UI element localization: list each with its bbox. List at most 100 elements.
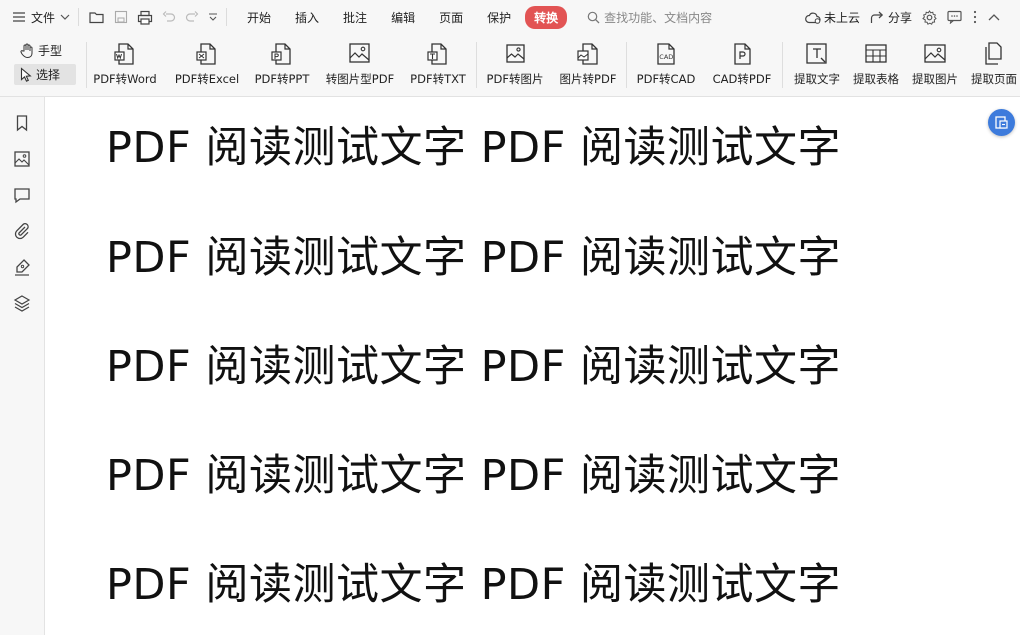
document-text-line: PDF 阅读测试文字 PDF 阅读测试文字 [106,560,842,610]
tab-insert[interactable]: 插入 [283,6,331,29]
cad-to-pdf-button[interactable]: CAD转PDF [710,40,774,92]
document-view[interactable]: PDF 阅读测试文字 PDF 阅读测试文字 PDF 阅读测试文字 PDF 阅读测… [45,97,1020,635]
pdf-to-txt-icon [425,41,451,67]
comment-icon[interactable] [12,185,32,205]
window-actions: 未上云 分享 [805,0,1000,34]
attachment-icon[interactable] [12,221,32,241]
extract-table-button[interactable]: 提取表格 [850,40,902,92]
pdf-to-image-button[interactable]: PDF转图片 [484,40,546,92]
bookmark-icon[interactable] [12,113,32,133]
extract-page-button[interactable]: 提取页面 [968,40,1020,92]
pdf-to-txt-button[interactable]: PDF转TXT [409,40,467,92]
pdf-to-ppt-button[interactable]: PDF转PPT [253,40,311,92]
share-label: 分享 [887,10,912,25]
pdf-to-word-button[interactable]: PDF转Word [92,40,158,92]
search-box[interactable]: 查找功能、文档内容 [587,9,712,26]
extract-text-icon [804,41,830,67]
to-image-pdf-icon [347,41,373,67]
cursor-icon [20,67,32,82]
convert-ribbon: 手型 选择 PDF转Word PDF转Excel PDF转PPT 转图片型PDF [0,34,1020,97]
extract-table-icon [863,41,889,67]
chevron-down-icon [60,13,70,21]
document-text-line: PDF 阅读测试文字 PDF 阅读测试文字 [106,342,842,392]
image-to-pdf-button[interactable]: 图片转PDF [557,40,619,92]
more-options-icon[interactable] [972,10,978,24]
menu-bar: 文件 开始 插入 批注 编辑 页面 保护 转换 查找功能、文档内容 未上云 分享 [0,0,1020,34]
signature-icon[interactable] [12,257,32,277]
cad-glyph: CAD [659,53,673,61]
search-icon [587,11,600,24]
ribbon-tabs: 开始 插入 批注 编辑 页面 保护 转换 [235,5,568,29]
cloud-status-label: 未上云 [823,10,860,25]
open-folder-icon[interactable] [89,10,105,24]
extract-image-icon [922,41,948,67]
extract-page-icon [981,41,1007,67]
tab-page[interactable]: 页面 [427,6,475,29]
document-text-line: PDF 阅读测试文字 PDF 阅读测试文字 [106,123,842,173]
pdf-to-excel-label: PDF转Excel [174,72,240,86]
pdf-to-cad-icon: CAD [653,41,679,67]
divider [782,42,783,88]
search-placeholder: 查找功能、文档内容 [604,10,713,25]
tab-convert[interactable]: 转换 [525,5,568,29]
cloud-sync-icon [805,11,821,24]
undo-icon[interactable] [162,11,176,23]
tab-home[interactable]: 开始 [235,6,283,29]
hamburger-icon [12,11,26,23]
pdf-to-image-label: PDF转图片 [486,72,544,86]
hand-icon [20,43,34,58]
file-menu[interactable]: 文件 [12,9,70,26]
hand-tool-label: 手型 [38,44,63,58]
image-to-pdf-icon [575,41,601,67]
select-tool-button[interactable]: 选择 [14,64,76,85]
settings-icon[interactable] [922,9,937,25]
feedback-icon[interactable] [947,10,962,24]
extract-page-label: 提取页面 [971,72,1017,86]
pdf-to-excel-button[interactable]: PDF转Excel [174,40,240,92]
divider [86,42,87,88]
document-text-line: PDF 阅读测试文字 PDF 阅读测试文字 [106,233,842,283]
extract-text-label: 提取文字 [794,72,840,86]
divider [226,8,228,26]
left-panel-bar [0,97,45,635]
pdf-to-excel-icon [194,41,220,67]
pdf-to-txt-label: PDF转TXT [410,72,466,86]
to-image-pdf-label: 转图片型PDF [325,72,395,86]
pdf-to-ppt-icon [269,41,295,67]
cad-to-pdf-icon [729,41,755,67]
extract-image-button[interactable]: 提取图片 [909,40,961,92]
image-icon[interactable] [12,149,32,169]
image-to-pdf-label: 图片转PDF [559,72,617,86]
extract-table-label: 提取表格 [853,72,899,86]
divider [626,42,627,88]
tab-edit[interactable]: 编辑 [379,6,427,29]
floating-convert-button[interactable] [988,109,1015,136]
select-tool-label: 选择 [36,68,61,82]
pdf-to-cad-label: PDF转CAD [636,72,696,86]
customize-chevron-icon[interactable] [208,12,218,22]
cad-to-pdf-label: CAD转PDF [712,72,772,86]
pdf-to-cad-button[interactable]: CAD PDF转CAD [634,40,698,92]
collapse-ribbon-icon[interactable] [988,13,1000,21]
tab-annotate[interactable]: 批注 [331,6,379,29]
share-icon [870,11,885,24]
document-text-line: PDF 阅读测试文字 PDF 阅读测试文字 [106,451,842,501]
extract-text-button[interactable]: 提取文字 [791,40,843,92]
layers-icon[interactable] [12,293,32,313]
tab-protect[interactable]: 保护 [475,6,523,29]
print-icon[interactable] [137,10,153,25]
share-button[interactable]: 分享 [870,9,912,26]
pdf-to-word-label: PDF转Word [93,72,157,86]
tool-mode-group: 手型 选择 [14,40,76,85]
pdf-to-word-icon [112,41,138,67]
cloud-status-button[interactable]: 未上云 [805,9,860,26]
divider [78,8,80,26]
redo-icon[interactable] [185,11,199,23]
pdf-to-ppt-label: PDF转PPT [254,72,310,86]
pdf-to-image-icon [502,41,528,67]
save-icon[interactable] [114,10,128,24]
extract-image-label: 提取图片 [912,72,958,86]
hand-tool-button[interactable]: 手型 [14,40,76,61]
divider [476,42,477,88]
to-image-pdf-button[interactable]: 转图片型PDF [323,40,397,92]
